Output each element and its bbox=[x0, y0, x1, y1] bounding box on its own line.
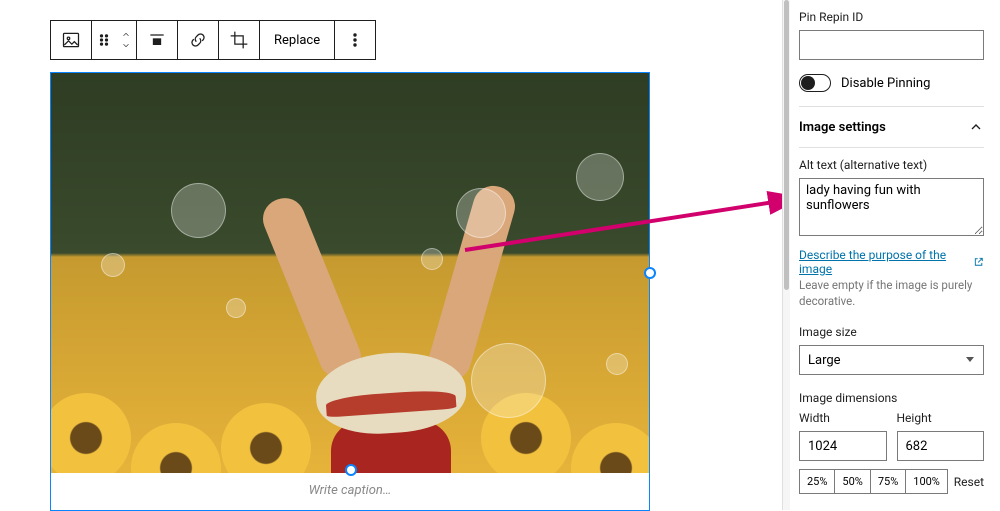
resize-handle-right[interactable] bbox=[644, 267, 656, 279]
chevron-up-icon bbox=[968, 119, 984, 135]
block-type-image-icon[interactable] bbox=[51, 21, 91, 59]
editor-canvas: Replace Write ca bbox=[0, 0, 782, 510]
pin-repin-input[interactable] bbox=[799, 30, 984, 60]
section-title: Image settings bbox=[799, 120, 886, 135]
image-dimensions-label: Image dimensions bbox=[799, 391, 984, 405]
settings-sidebar: Pin Repin ID Disable Pinning Image setti… bbox=[782, 0, 1000, 510]
height-input[interactable] bbox=[897, 431, 985, 461]
pin-repin-label: Pin Repin ID bbox=[799, 10, 984, 24]
image-block[interactable]: Write caption… bbox=[50, 72, 650, 511]
reset-button[interactable]: Reset bbox=[954, 475, 984, 489]
image-size-label: Image size bbox=[799, 325, 984, 339]
align-button[interactable] bbox=[137, 21, 177, 59]
image-size-select[interactable] bbox=[799, 345, 984, 375]
disable-pinning-label: Disable Pinning bbox=[841, 76, 930, 91]
percent-buttons: 25% 50% 75% 100% Reset bbox=[799, 469, 984, 494]
width-label: Width bbox=[799, 411, 887, 425]
move-arrows[interactable] bbox=[116, 21, 136, 59]
crop-button[interactable] bbox=[219, 21, 259, 59]
alt-text-label: Alt text (alternative text) bbox=[799, 158, 984, 172]
pct-75-button[interactable]: 75% bbox=[871, 469, 906, 494]
caption-input[interactable]: Write caption… bbox=[51, 473, 649, 510]
alt-text-input[interactable] bbox=[799, 178, 984, 236]
drag-handle-icon[interactable] bbox=[92, 21, 116, 59]
resize-handle-bottom[interactable] bbox=[345, 464, 357, 476]
alt-text-helper: Leave empty if the image is purely decor… bbox=[799, 278, 984, 309]
pct-50-button[interactable]: 50% bbox=[835, 469, 870, 494]
height-label: Height bbox=[897, 411, 985, 425]
pct-100-button[interactable]: 100% bbox=[906, 469, 948, 494]
replace-button[interactable]: Replace bbox=[260, 21, 334, 59]
more-options-button[interactable] bbox=[335, 21, 375, 59]
image-content bbox=[51, 73, 649, 473]
width-input[interactable] bbox=[799, 431, 887, 461]
block-toolbar: Replace bbox=[50, 20, 376, 60]
sidebar-scrollbar[interactable] bbox=[783, 0, 790, 510]
external-link-icon bbox=[973, 256, 984, 268]
link-button[interactable] bbox=[178, 21, 218, 59]
disable-pinning-toggle[interactable] bbox=[799, 74, 831, 92]
describe-image-link[interactable]: Describe the purpose of the image bbox=[799, 248, 984, 276]
pct-25-button[interactable]: 25% bbox=[799, 469, 835, 494]
image-settings-section-header[interactable]: Image settings bbox=[799, 106, 984, 148]
